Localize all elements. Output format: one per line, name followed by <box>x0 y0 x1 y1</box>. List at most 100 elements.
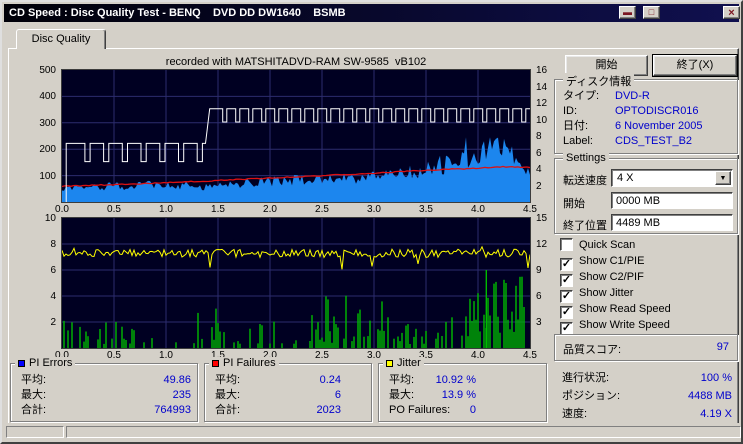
checkbox-show-c1-pie[interactable]: ✓ Show C1/PIE <box>560 254 644 271</box>
recorded-with-label: recorded with MATSHITADVD-RAM SW-9585 vB… <box>165 56 427 68</box>
po-failures-label: PO Failures: <box>389 404 451 416</box>
settings-groupbox: Settings 転送速度 4 X ▼ 開始 終了位置 <box>554 152 738 234</box>
show-c2-pif-label: Show C2/PIF <box>579 271 644 283</box>
axis-tick-label: 400 <box>39 91 56 103</box>
pi-failures-max-row: 最大: 6 <box>215 388 341 403</box>
disc-type-row: タイプ: DVD-R <box>563 89 731 104</box>
axis-tick-label: 12 <box>536 98 548 109</box>
axis-tick-label: 500 <box>39 65 56 76</box>
bottom-chart-svg <box>62 218 530 348</box>
checkbox-show-write-speed[interactable]: ✓ Show Write Speed <box>560 318 670 335</box>
quality-score-value: 97 <box>716 341 729 353</box>
speed-combobox[interactable]: 4 X ▼ <box>611 169 733 187</box>
avg-value: 10.92 % <box>435 374 476 386</box>
axis-tick-label: 12 <box>536 239 548 250</box>
axis-tick-label: 3.0 <box>367 204 381 215</box>
max-value: 13.9 % <box>441 389 476 401</box>
pi-errors-area <box>62 137 530 202</box>
show-read-speed-label: Show Read Speed <box>579 303 671 315</box>
axis-tick-label: 1.0 <box>159 204 173 215</box>
max-label: 最大: <box>389 389 415 401</box>
close-button[interactable]: × <box>723 6 740 19</box>
pi-failures-avg-row: 平均: 0.24 <box>215 373 341 388</box>
axis-tick-label: 0.5 <box>107 350 121 361</box>
axis-tick-label: 200 <box>39 144 56 156</box>
quality-score-box: 品質スコア: 97 <box>554 334 738 361</box>
position-label: ポジション: <box>562 390 621 402</box>
app-window: CD Speed : Disc Quality Test - BENQ DVD … <box>0 0 743 444</box>
pi-errors-max-row: 最大: 235 <box>21 388 191 403</box>
maximize-icon: □ <box>648 7 655 17</box>
pi-failures-legend: PI Failures <box>209 357 279 369</box>
chevron-down-icon[interactable]: ▼ <box>715 171 731 185</box>
disc-date-label: 日付: <box>563 120 589 132</box>
jitter-swatch <box>386 360 393 367</box>
axis-tick-label: 15 <box>536 213 548 224</box>
progress-label: 進行状況: <box>562 372 610 384</box>
pi-errors-groupbox: PI Errors 平均: 49.86 最大: 235 合計: 764993 <box>10 357 198 422</box>
jitter-max-row: 最大: 13.9 % <box>389 388 476 403</box>
position-row: ポジション: 4488 MB <box>562 389 738 404</box>
total-value: 764993 <box>154 404 191 416</box>
axis-tick-label: 6 <box>536 147 542 159</box>
checkbox-show-read-speed[interactable]: ✓ Show Read Speed <box>560 302 671 319</box>
axis-tick-label: 1.5 <box>211 204 225 215</box>
exit-button[interactable]: 終了(X) <box>653 55 737 76</box>
axis-tick-label: 6 <box>50 265 56 276</box>
axis-tick-label: 6 <box>536 291 542 302</box>
speed-label: 転送速度 <box>563 175 607 187</box>
title-bar: CD Speed : Disc Quality Test - BENQ DVD … <box>4 4 740 22</box>
window-title: CD Speed : Disc Quality Test - BENQ DVD … <box>9 7 346 19</box>
axis-tick-label: 2.5 <box>315 350 329 361</box>
pi-errors-legend: PI Errors <box>15 357 76 369</box>
axis-tick-label: 16 <box>536 65 548 76</box>
minimize-icon: ▬ <box>623 7 632 17</box>
quick-scan-label: Quick Scan <box>579 239 636 251</box>
pi-failures-swatch <box>212 360 219 367</box>
axis-tick-label: 0.5 <box>107 204 121 215</box>
status-panel-main <box>66 426 741 438</box>
axis-tick-label: 4.5 <box>523 350 537 361</box>
checkbox-quick-scan[interactable]: Quick Scan <box>560 238 635 252</box>
disc-id-label: ID: <box>563 105 578 117</box>
axis-tick-label: 2.0 <box>263 204 277 215</box>
pi-errors-title: PI Errors <box>29 357 73 369</box>
jitter-legend: Jitter <box>383 357 424 369</box>
po-failures-row: PO Failures: 0 <box>389 403 476 418</box>
jitter-groupbox: Jitter 平均: 10.92 % 最大: 13.9 % PO Failures:… <box>378 357 547 422</box>
jitter-avg-row: 平均: 10.92 % <box>389 373 476 388</box>
axis-tick-label: 3.5 <box>419 204 433 215</box>
pi-errors-total-row: 合計: 764993 <box>21 403 191 418</box>
bottom-chart-left-axis: 10 8 6 4 2 <box>30 213 58 348</box>
axis-tick-label: 4 <box>50 291 56 302</box>
bottom-chart-plot <box>62 218 530 348</box>
axis-tick-label: 9 <box>536 265 542 276</box>
axis-tick-label: 300 <box>39 117 56 129</box>
avg-label: 平均: <box>215 374 241 386</box>
speed-status-label: 速度: <box>562 408 588 420</box>
start-mb-field[interactable] <box>611 192 733 209</box>
avg-value: 49.86 <box>163 374 191 386</box>
disc-type-label: タイプ: <box>563 90 600 102</box>
minimize-button[interactable]: ▬ <box>619 6 636 19</box>
axis-tick-label: 3 <box>536 317 542 328</box>
axis-tick-label: 8 <box>50 239 56 250</box>
top-chart-left-axis: 500 400 300 200 100 <box>30 65 58 202</box>
quick-scan-checkbox[interactable] <box>560 238 573 251</box>
axis-tick-label: 4 <box>536 164 542 175</box>
pi-errors-avg-row: 平均: 49.86 <box>21 373 191 388</box>
checkbox-show-jitter[interactable]: ✓ Show Jitter <box>560 286 634 303</box>
checkbox-show-c2-pif[interactable]: ✓ Show C2/PIF <box>560 270 644 287</box>
axis-tick-label: 4.0 <box>471 204 485 215</box>
max-label: 最大: <box>21 389 47 401</box>
settings-title: Settings <box>563 152 609 164</box>
axis-tick-label: 14 <box>536 81 548 93</box>
avg-label: 平均: <box>389 374 415 386</box>
total-label: 合計: <box>21 404 47 416</box>
show-jitter-label: Show Jitter <box>579 287 634 299</box>
maximize-button[interactable]: □ <box>643 6 660 19</box>
speed-status-value: 4.19 X <box>700 408 732 420</box>
jitter-line <box>62 245 530 270</box>
end-position-field[interactable] <box>611 214 733 231</box>
tab-disc-quality[interactable]: Disc Quality <box>16 29 106 49</box>
